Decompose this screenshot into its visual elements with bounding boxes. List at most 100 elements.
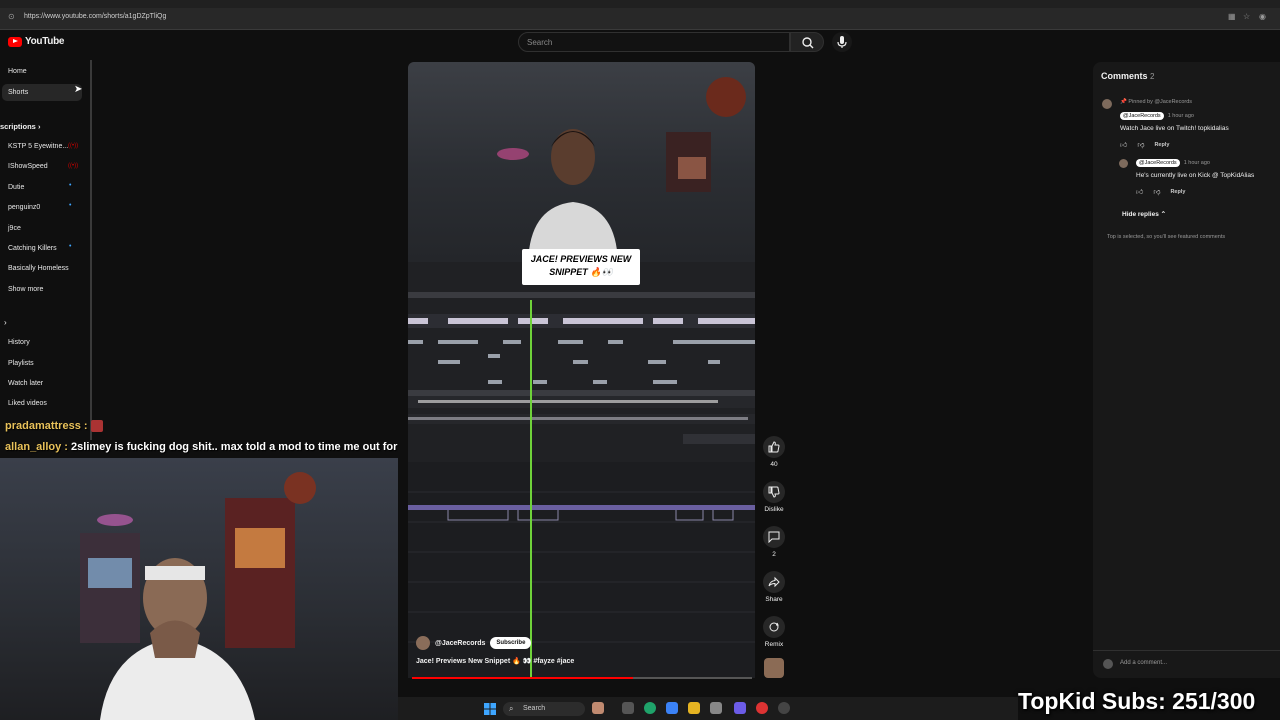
taskbar-search[interactable]: ⌕ Search <box>503 702 585 716</box>
remix-button[interactable]: Remix <box>762 616 786 648</box>
chrome-browser-icon[interactable] <box>756 702 768 714</box>
copilot-icon[interactable] <box>666 702 678 714</box>
short-video-player[interactable]: JACE! PREVIEWS NEW SNIPPET 🔥👀 <box>408 62 755 678</box>
extensions-icon[interactable]: ▦ <box>1228 12 1236 21</box>
sidebar-item-subscription[interactable]: penguinz0 <box>8 204 40 211</box>
dislike-button[interactable]: Dislike <box>762 481 786 513</box>
like-count: 40 <box>770 461 778 468</box>
calculator-icon[interactable] <box>710 702 722 714</box>
live-icon: ((•)) <box>68 143 79 149</box>
comment-like-icon[interactable]: 👍︎ <box>1120 140 1127 149</box>
bookmark-star-icon[interactable]: ☆ <box>1243 12 1250 21</box>
user-avatar <box>1103 659 1113 669</box>
profile-icon[interactable]: ◉ <box>1259 12 1266 21</box>
sidebar-item-subscription[interactable]: KSTP 5 Eyewitne... <box>8 143 68 150</box>
taskbar-app-icon[interactable] <box>592 702 604 714</box>
share-arrow-icon <box>763 571 785 593</box>
comment-text: Watch Jace live on Twitch! topkidalias <box>1120 125 1229 132</box>
sidebar-item-history[interactable]: History <box>8 339 30 346</box>
microphone-icon <box>837 36 847 48</box>
channel-name[interactable]: @JaceRecords <box>435 640 485 647</box>
video-camera-frame <box>408 62 755 267</box>
comments-title: Comments <box>1101 71 1148 81</box>
comments-count: 2 <box>1150 72 1155 81</box>
you-section-chevron-icon[interactable]: › <box>4 318 7 327</box>
comment-meta: @JaceRecords 1 hour ago <box>1120 112 1194 120</box>
webcam-scene <box>80 472 316 720</box>
chat-message: pradamattress : <box>5 420 103 433</box>
sidebar-item-subscription[interactable]: Catching Killers <box>8 245 57 252</box>
sidebar-item-watch-later[interactable]: Watch later <box>8 380 43 387</box>
reply-text: He's currently live on Kick @ TopKidAlia… <box>1136 172 1255 179</box>
reply-button[interactable]: Reply <box>1154 142 1169 148</box>
windows-start-icon[interactable] <box>484 702 496 715</box>
new-content-dot-icon: • <box>69 182 72 189</box>
file-explorer-icon[interactable] <box>688 702 700 714</box>
sidebar-item-subscription[interactable]: j9ce <box>8 225 21 232</box>
voice-search-button[interactable] <box>832 32 852 52</box>
video-caption-sticker: JACE! PREVIEWS NEW SNIPPET 🔥👀 <box>522 249 640 285</box>
logo-text: YouTube <box>25 36 65 47</box>
reply-actions: 👍︎ 👎︎ Reply <box>1136 187 1185 197</box>
remix-label: Remix <box>764 641 784 648</box>
chevron-right-icon: › <box>37 122 41 131</box>
task-view-icon[interactable] <box>622 702 634 714</box>
share-label: Share <box>765 596 783 603</box>
share-button[interactable]: Share <box>762 571 786 603</box>
site-info-icon[interactable]: ⊙ <box>8 12 15 21</box>
comment-time[interactable]: 1 hour ago <box>1168 113 1194 119</box>
comment-avatar[interactable] <box>1102 99 1112 109</box>
sidebar-item-shorts[interactable]: Shorts <box>8 89 28 96</box>
comments-divider <box>1093 650 1280 651</box>
sidebar-item-home[interactable]: Home <box>8 68 27 75</box>
chat-emote-icon <box>90 420 103 433</box>
sidebar-show-more[interactable]: Show more <box>8 286 43 293</box>
comment-dislike-icon[interactable]: 👎︎ <box>1137 140 1144 149</box>
edge-browser-icon[interactable] <box>644 702 656 714</box>
subscribe-button[interactable]: Subscribe <box>490 637 532 649</box>
comment-count: 2 <box>772 551 776 558</box>
short-title[interactable]: Jace! Previews New Snippet 🔥 👀 #fayze #j… <box>416 657 574 665</box>
reply-author-chip[interactable]: @JaceRecords <box>1136 159 1180 167</box>
reply-reply-button[interactable]: Reply <box>1170 189 1185 195</box>
channel-avatar[interactable] <box>416 636 430 650</box>
media-player-icon[interactable] <box>778 702 790 714</box>
live-icon: ((•)) <box>68 163 79 169</box>
pin-icon: 📌 <box>1120 99 1127 105</box>
search-input[interactable]: Search <box>518 32 790 52</box>
browser-tab-strip <box>0 0 1280 8</box>
sound-thumbnail[interactable] <box>764 658 784 678</box>
sidebar-item-playlists[interactable]: Playlists <box>8 360 34 367</box>
youtube-play-icon <box>8 36 22 47</box>
search-icon <box>802 37 814 49</box>
reply-dislike-icon[interactable]: 👎︎ <box>1153 187 1160 196</box>
sidebar-item-subscription[interactable]: Dutie <box>8 184 24 191</box>
sidebar-item-subscription[interactable]: IShowSpeed <box>8 163 48 170</box>
reply-avatar[interactable] <box>1119 159 1128 168</box>
daw-playhead <box>530 300 532 678</box>
chevron-up-icon: ⌃ <box>1160 211 1167 218</box>
search-button[interactable] <box>790 32 824 52</box>
person-figure <box>528 129 618 267</box>
mouse-cursor-icon: ➤ <box>74 84 83 95</box>
youtube-logo[interactable]: YouTube <box>8 36 65 47</box>
sidebar-scrollbar[interactable] <box>90 60 92 440</box>
sidebar-item-subscription[interactable]: Basically Homeless <box>8 265 69 272</box>
reply-time[interactable]: 1 hour ago <box>1184 160 1210 166</box>
hide-replies-button[interactable]: Hide replies ⌃ <box>1122 210 1166 218</box>
new-content-dot-icon: • <box>69 243 72 250</box>
sidebar-item-liked-videos[interactable]: Liked videos <box>8 400 47 407</box>
comment-author-chip[interactable]: @JaceRecords <box>1120 112 1164 120</box>
browser-address-bar[interactable] <box>0 8 1280 30</box>
reply-like-icon[interactable]: 👍︎ <box>1136 187 1143 196</box>
remix-icon <box>763 616 785 638</box>
sidebar-subscriptions-heading[interactable]: scriptions › <box>0 122 40 131</box>
like-button[interactable]: 40 <box>762 436 786 468</box>
comments-sort-note: Top is selected, so you'll see featured … <box>1107 234 1226 240</box>
chat-username: allan_alloy : <box>5 441 68 453</box>
discord-icon[interactable] <box>734 702 746 714</box>
taskbar-search-icon: ⌕ <box>509 704 514 713</box>
comments-button[interactable]: 2 <box>762 526 786 558</box>
url-text[interactable]: https://www.youtube.com/shorts/a1gDZpTli… <box>24 13 166 20</box>
add-comment-input[interactable]: Add a comment... <box>1120 660 1167 666</box>
